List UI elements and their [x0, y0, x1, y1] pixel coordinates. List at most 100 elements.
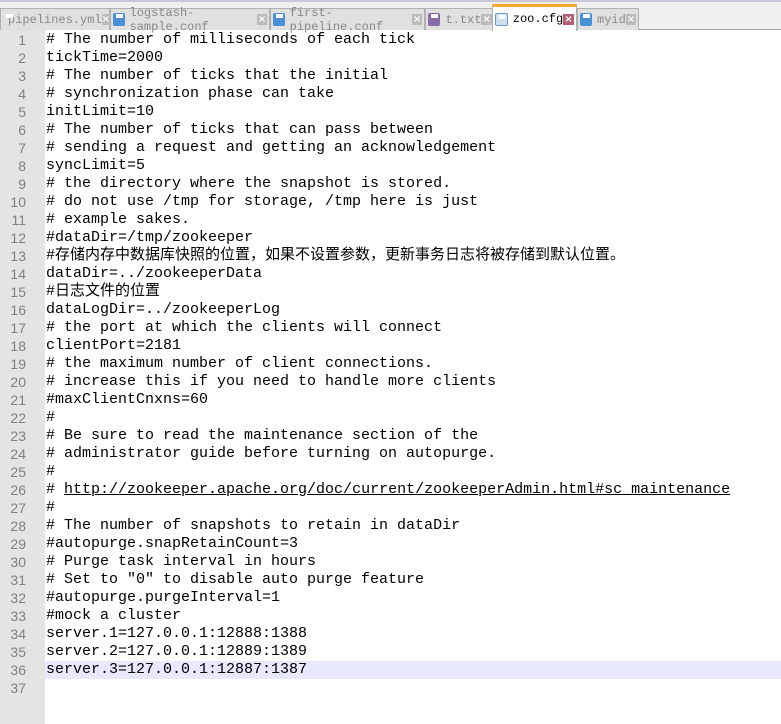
code-line[interactable]: 5 initLimit=10	[0, 103, 781, 121]
tab-label: first-pipeline.conf	[289, 5, 384, 34]
line-number: 34	[0, 625, 45, 643]
code-line[interactable]: 13 #存储内存中数据库快照的位置，如果不设置参数，更新事务日志将被存储到默认位置…	[0, 247, 781, 265]
tab-first-pipeline-conf[interactable]: first-pipeline.conf ×	[270, 6, 425, 34]
code-line[interactable]: 28 # The number of snapshots to retain in…	[0, 517, 781, 535]
line-number: 12	[0, 229, 45, 247]
code-line[interactable]: 22 #	[0, 409, 781, 427]
code-line[interactable]: 27 #	[0, 499, 781, 517]
floppy-disk-icon	[113, 13, 125, 26]
code-line[interactable]: 26 # http://zookeeper.apache.org/doc/curr…	[0, 481, 781, 499]
code-line[interactable]: 25 #	[0, 463, 781, 481]
line-number: 5	[0, 103, 45, 121]
line-text: # Purge task interval in hours	[46, 553, 317, 570]
line-text	[45, 679, 46, 697]
code-line[interactable]: 12 #dataDir=/tmp/zookeeper	[0, 229, 781, 247]
line-number: 13	[0, 247, 45, 265]
line-text: # the port at which the clients will con…	[46, 319, 443, 336]
line-text: clientPort=2181	[46, 337, 182, 354]
tab-zoo-cfg[interactable]: zoo.cfg ×	[492, 4, 577, 31]
code-line[interactable]: 23 # Be sure to read the maintenance sect…	[0, 427, 781, 445]
line-number: 19	[0, 355, 45, 373]
line-number: 35	[0, 643, 45, 661]
line-text: # Set to "0" to disable auto purge featu…	[46, 571, 425, 588]
code-line[interactable]: 31 # Set to "0" to disable auto purge fea…	[0, 571, 781, 589]
close-tab-icon[interactable]: ×	[625, 14, 636, 25]
code-line[interactable]: 4 # synchronization phase can take	[0, 85, 781, 103]
line-text: #	[46, 463, 56, 480]
code-line[interactable]: 6 # The number of ticks that can pass bet…	[0, 121, 781, 139]
close-tab-icon[interactable]: ×	[257, 14, 267, 25]
line-text: # Be sure to read the maintenance sectio…	[46, 427, 479, 444]
close-tab-icon[interactable]: ×	[481, 14, 492, 25]
line-text: # http://zookeeper.apache.org/doc/curren…	[46, 481, 731, 498]
line-number: 8	[0, 157, 45, 175]
line-text: # the maximum number of client connectio…	[46, 355, 434, 372]
floppy-disk-icon	[273, 13, 285, 26]
code-line[interactable]: 30 # Purge task interval in hours	[0, 553, 781, 571]
code-line[interactable]: 10 # do not use /tmp for storage, /tmp he…	[0, 193, 781, 211]
code-line[interactable]: 21 #maxClientCnxns=60	[0, 391, 781, 409]
line-number: 2	[0, 49, 45, 67]
code-line[interactable]: 17 # the port at which the clients will c…	[0, 319, 781, 337]
line-number: 4	[0, 85, 45, 103]
code-line[interactable]: 29 #autopurge.snapRetainCount=3	[0, 535, 781, 553]
tab-pipelines-yml[interactable]: pipelines.yml ×	[0, 8, 111, 30]
line-number: 16	[0, 301, 45, 319]
line-number: 24	[0, 445, 45, 463]
line-number: 11	[0, 211, 45, 229]
line-number: 28	[0, 517, 45, 535]
line-number: 1	[0, 31, 45, 49]
line-number: 36	[0, 661, 45, 679]
tab-label: t.txt	[445, 12, 482, 27]
code-line[interactable]: 9 # the directory where the snapshot is s…	[0, 175, 781, 193]
code-line[interactable]: 3 # The number of ticks that the initial	[0, 67, 781, 85]
code-line[interactable]: 37	[0, 679, 781, 697]
code-line[interactable]: 19 # the maximum number of client connect…	[0, 355, 781, 373]
code-line[interactable]: 1 # The number of milliseconds of each ti…	[0, 31, 781, 49]
code-line[interactable]: 11 # example sakes.	[0, 211, 781, 229]
line-text: server.2=127.0.0.1:12889:1389	[46, 643, 308, 660]
code-line[interactable]: 15 #日志文件的位置	[0, 283, 781, 301]
code-line[interactable]: 14 dataDir=../zookeeperData	[0, 265, 781, 283]
line-number: 7	[0, 139, 45, 157]
line-number: 27	[0, 499, 45, 517]
tab-t-txt[interactable]: t.txt ×	[425, 8, 495, 30]
floppy-disk-icon	[428, 13, 441, 26]
line-text: # increase this if you need to handle mo…	[46, 373, 497, 390]
code-line[interactable]: 24 # administrator guide before turning o…	[0, 445, 781, 463]
editor[interactable]: 1 # The number of milliseconds of each ti…	[0, 31, 781, 697]
line-text: # The number of snapshots to retain in d…	[46, 517, 461, 534]
line-text: #存储内存中数据库快照的位置，如果不设置参数，更新事务日志将被存储到默认位置。	[46, 247, 626, 264]
code-line[interactable]: 35 server.2=127.0.0.1:12889:1389	[0, 643, 781, 661]
code-line[interactable]: 18 clientPort=2181	[0, 337, 781, 355]
line-number: 18	[0, 337, 45, 355]
code-line[interactable]: 8 syncLimit=5	[0, 157, 781, 175]
close-tab-icon[interactable]: ×	[101, 14, 111, 25]
code-line[interactable]: 2 tickTime=2000	[0, 49, 781, 67]
line-text: # the directory where the snapshot is st…	[46, 175, 452, 192]
line-number: 9	[0, 175, 45, 193]
line-text: # synchronization phase can take	[46, 85, 335, 102]
floppy-disk-icon	[580, 13, 593, 26]
line-text: #autopurge.purgeInterval=1	[46, 589, 281, 606]
code-line[interactable]: 20 # increase this if you need to handle …	[0, 373, 781, 391]
tab-myid[interactable]: myid ×	[577, 8, 639, 30]
line-number: 17	[0, 319, 45, 337]
line-text: # administrator guide before turning on …	[46, 445, 497, 462]
line-text: syncLimit=5	[46, 157, 146, 174]
code-line[interactable]: 33 #mock a cluster	[0, 607, 781, 625]
code-line[interactable]: 16 dataLogDir=../zookeeperLog	[0, 301, 781, 319]
line-number: 14	[0, 265, 45, 283]
code-line[interactable]: 32 #autopurge.purgeInterval=1	[0, 589, 781, 607]
line-number: 25	[0, 463, 45, 481]
line-number: 32	[0, 589, 45, 607]
url-link[interactable]: http://zookeeper.apache.org/doc/current/…	[64, 481, 730, 498]
line-number: 37	[0, 679, 45, 697]
tab-logstash-sample-conf[interactable]: logstash-sample.conf ×	[110, 6, 270, 34]
close-tab-icon[interactable]: ×	[412, 14, 422, 25]
code-line[interactable]: 34 server.1=127.0.0.1:12888:1388	[0, 625, 781, 643]
code-line[interactable]: 36 server.3=127.0.0.1:12887:1387	[0, 661, 781, 679]
line-number: 20	[0, 373, 45, 391]
close-tab-icon[interactable]: ×	[563, 13, 574, 25]
code-line[interactable]: 7 # sending a request and getting an ackn…	[0, 139, 781, 157]
